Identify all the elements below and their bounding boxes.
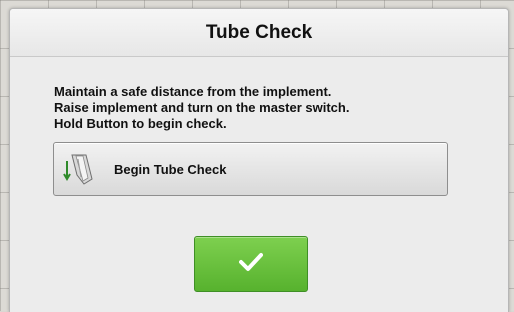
confirm-button[interactable] xyxy=(194,236,308,292)
begin-tube-check-label: Begin Tube Check xyxy=(114,161,227,177)
instruction-line-1: Maintain a safe distance from the implem… xyxy=(54,84,332,99)
instruction-line-3: Hold Button to begin check. xyxy=(54,116,227,131)
dialog-title-bar: Tube Check xyxy=(10,9,508,57)
dialog-title: Tube Check xyxy=(205,21,313,43)
begin-tube-check-button[interactable]: Begin Tube Check xyxy=(53,142,448,196)
instruction-line-2: Raise implement and turn on the master s… xyxy=(54,100,350,115)
checkmark-icon xyxy=(239,252,263,277)
seed-tube-icon xyxy=(60,149,100,189)
instructions-text: Maintain a safe distance from the implem… xyxy=(54,84,474,132)
